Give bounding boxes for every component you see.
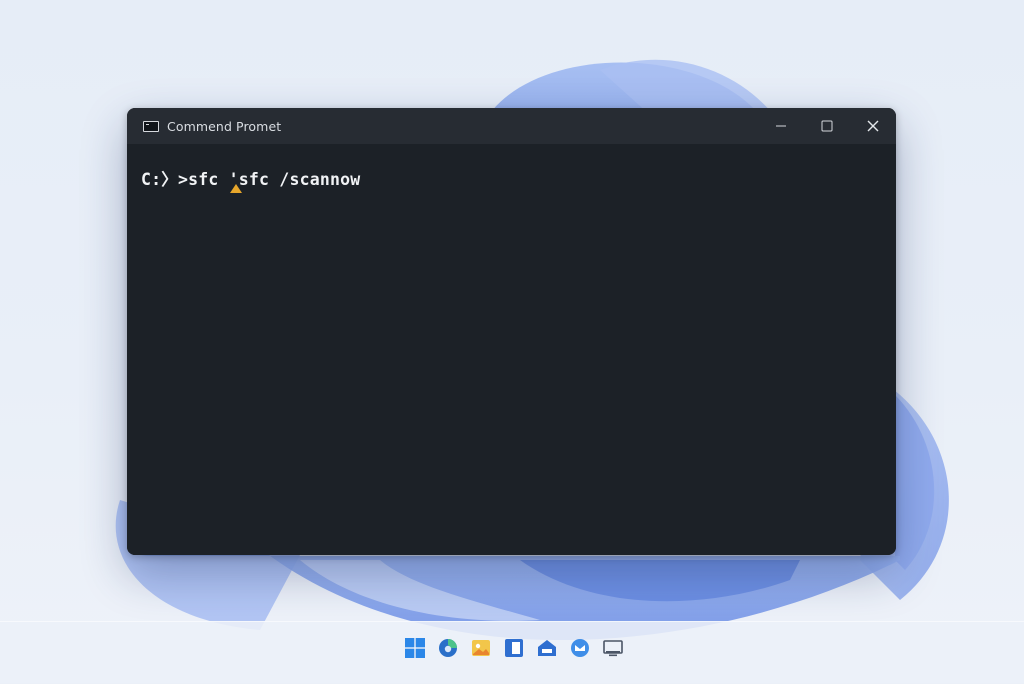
taskbar-icons (404, 637, 624, 659)
maximize-icon (821, 120, 833, 132)
minimize-button[interactable] (758, 108, 804, 144)
taskbar-browser[interactable] (437, 637, 459, 659)
monitor-icon (603, 640, 623, 657)
photos-icon (472, 640, 490, 656)
warning-caret-icon (230, 184, 242, 193)
close-button[interactable] (850, 108, 896, 144)
taskbar-monitor[interactable] (602, 637, 624, 659)
start-button[interactable] (404, 637, 426, 659)
command-prompt-window[interactable]: Commend Promet C:〉>sfc 'sfc /scannow (127, 108, 896, 555)
close-icon (867, 120, 879, 132)
taskbar-store[interactable] (536, 637, 558, 659)
store-icon (538, 640, 556, 656)
taskbar-panel[interactable] (503, 637, 525, 659)
title-bar[interactable]: Commend Promet (127, 108, 896, 144)
taskbar-photos[interactable] (470, 637, 492, 659)
panel-icon (505, 639, 523, 657)
terminal-icon (143, 120, 159, 132)
start-windows-icon (405, 638, 425, 658)
browser-icon (439, 639, 457, 657)
taskbar (0, 621, 1024, 684)
maximize-button[interactable] (804, 108, 850, 144)
command-line[interactable]: C:〉>sfc 'sfc /scannow (141, 166, 360, 190)
taskbar-mail[interactable] (569, 637, 591, 659)
mail-icon (571, 639, 589, 657)
window-controls (758, 108, 896, 144)
console-area[interactable]: C:〉>sfc 'sfc /scannow (127, 144, 896, 555)
minimize-icon (776, 125, 786, 127)
window-title: Commend Promet (167, 118, 282, 134)
